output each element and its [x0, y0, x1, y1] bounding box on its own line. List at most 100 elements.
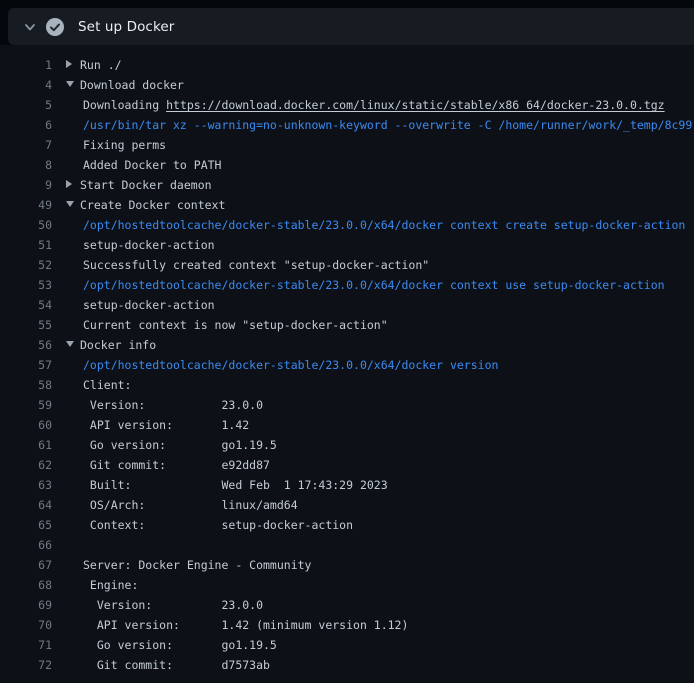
- log-text: /opt/hostedtoolcache/docker-stable/23.0.…: [66, 275, 665, 295]
- log-line: 5 Downloading https://download.docker.com…: [0, 95, 694, 115]
- log-line: 6/usr/bin/tar xz --warning=no-unknown-ke…: [0, 115, 694, 135]
- log-line-number[interactable]: 62: [0, 455, 52, 475]
- log-line-number[interactable]: 61: [0, 435, 52, 455]
- log-line: 70 API version: 1.42 (minimum version 1.…: [0, 615, 694, 635]
- log-line-number[interactable]: 56: [0, 335, 52, 355]
- log-line-number[interactable]: 49: [0, 195, 52, 215]
- log-line: 7 Fixing perms: [0, 135, 694, 155]
- log-line: 49 Create Docker context: [0, 195, 694, 215]
- log-line: 57/opt/hostedtoolcache/docker-stable/23.…: [0, 355, 694, 375]
- actions-log-viewer: Set up Docker 1 Run ./ 4 Download docker 5 Do…: [0, 0, 694, 683]
- log-line-number[interactable]: 57: [0, 355, 52, 375]
- log-group-header[interactable]: Run ./: [66, 55, 122, 75]
- log-line-number[interactable]: 67: [0, 555, 52, 575]
- log-text: Version: 23.0.0: [66, 395, 263, 415]
- log-line-number[interactable]: 65: [0, 515, 52, 535]
- log-line: 60 API version: 1.42: [0, 415, 694, 435]
- log-line-number[interactable]: 58: [0, 375, 52, 395]
- log-line-number[interactable]: 8: [0, 155, 52, 175]
- log-line-number[interactable]: 69: [0, 595, 52, 615]
- log-text: Downloading https://download.docker.com/…: [66, 95, 665, 115]
- log-line-number[interactable]: 53: [0, 275, 52, 295]
- log-line-number[interactable]: 55: [0, 315, 52, 335]
- log-line: 64 OS/Arch: linux/amd64: [0, 495, 694, 515]
- log-line: 8 Added Docker to PATH: [0, 155, 694, 175]
- log-text: Successfully created context "setup-dock…: [66, 255, 429, 275]
- log-line: 67 Server: Docker Engine - Community: [0, 555, 694, 575]
- log-group-title: Download docker: [80, 78, 184, 92]
- log-line: 65 Context: setup-docker-action: [0, 515, 694, 535]
- log-group-header[interactable]: Start Docker daemon: [66, 175, 212, 195]
- log-line: 51 setup-docker-action: [0, 235, 694, 255]
- log-group-header[interactable]: Docker info: [66, 335, 156, 355]
- log-text: setup-docker-action: [66, 295, 215, 315]
- log-line-number[interactable]: 54: [0, 295, 52, 315]
- log-text: /opt/hostedtoolcache/docker-stable/23.0.…: [66, 355, 498, 375]
- triangle-down-icon[interactable]: [66, 75, 80, 95]
- log-text: /usr/bin/tar xz --warning=no-unknown-key…: [66, 115, 692, 135]
- log-group-title: Start Docker daemon: [80, 178, 212, 192]
- log-line: 69 Version: 23.0.0: [0, 595, 694, 615]
- log-line: 72 Git commit: d7573ab: [0, 655, 694, 675]
- log-group-title: Create Docker context: [80, 198, 225, 212]
- log-line-number[interactable]: 70: [0, 615, 52, 635]
- log-line-number[interactable]: 68: [0, 575, 52, 595]
- log-line: 53/opt/hostedtoolcache/docker-stable/23.…: [0, 275, 694, 295]
- log-text: Fixing perms: [66, 135, 166, 155]
- triangle-down-icon[interactable]: [66, 335, 80, 355]
- log-text-segment: Downloading: [83, 98, 166, 112]
- log-line-number[interactable]: 6: [0, 115, 52, 135]
- log-text: Engine:: [66, 575, 138, 595]
- log-group-header[interactable]: Download docker: [66, 75, 184, 95]
- log-text: Context: setup-docker-action: [66, 515, 353, 535]
- log-line-number[interactable]: 1: [0, 55, 52, 75]
- step-header[interactable]: Set up Docker: [8, 8, 694, 45]
- log-line: 59 Version: 23.0.0: [0, 395, 694, 415]
- log-line-number[interactable]: 5: [0, 95, 52, 115]
- log-line: 61 Go version: go1.19.5: [0, 435, 694, 455]
- log-text: Version: 23.0.0: [66, 595, 263, 615]
- log-line: 66: [0, 535, 694, 555]
- log-line-number[interactable]: 71: [0, 635, 52, 655]
- log-text: Git commit: e92dd87: [66, 455, 270, 475]
- log-line: 56 Docker info: [0, 335, 694, 355]
- log-text: [66, 535, 83, 555]
- log-area: 1 Run ./ 4 Download docker 5 Downloading http…: [0, 45, 694, 683]
- log-text: Go version: go1.19.5: [66, 435, 277, 455]
- triangle-right-icon[interactable]: [66, 175, 80, 195]
- log-line-number[interactable]: 72: [0, 655, 52, 675]
- log-line-number[interactable]: 4: [0, 75, 52, 95]
- triangle-down-icon[interactable]: [66, 195, 80, 215]
- log-text: setup-docker-action: [66, 235, 215, 255]
- log-line-number[interactable]: 59: [0, 395, 52, 415]
- log-text: API version: 1.42 (minimum version 1.12): [66, 615, 408, 635]
- triangle-right-icon[interactable]: [66, 55, 80, 75]
- chevron-down-icon[interactable]: [23, 20, 37, 34]
- log-line: 4 Download docker: [0, 75, 694, 95]
- log-line: 68 Engine:: [0, 575, 694, 595]
- log-url-link[interactable]: https://download.docker.com/linux/static…: [166, 98, 665, 112]
- log-text: /opt/hostedtoolcache/docker-stable/23.0.…: [66, 215, 685, 235]
- log-line-number[interactable]: 7: [0, 135, 52, 155]
- log-text: Server: Docker Engine - Community: [66, 555, 311, 575]
- log-group-title: Docker info: [80, 338, 156, 352]
- log-line-number[interactable]: 50: [0, 215, 52, 235]
- log-line: 71 Go version: go1.19.5: [0, 635, 694, 655]
- log-line-number[interactable]: 9: [0, 175, 52, 195]
- log-text: Added Docker to PATH: [66, 155, 221, 175]
- log-text: API version: 1.42: [66, 415, 249, 435]
- log-line-number[interactable]: 64: [0, 495, 52, 515]
- log-line-number[interactable]: 51: [0, 235, 52, 255]
- log-group-header[interactable]: Create Docker context: [66, 195, 225, 215]
- log-text: Go version: go1.19.5: [66, 635, 277, 655]
- log-group-title: Run ./: [80, 58, 122, 72]
- log-line: 1 Run ./: [0, 55, 694, 75]
- log-line-number[interactable]: 63: [0, 475, 52, 495]
- log-line-number[interactable]: 60: [0, 415, 52, 435]
- log-text: Built: Wed Feb 1 17:43:29 2023: [66, 475, 388, 495]
- log-line-number[interactable]: 52: [0, 255, 52, 275]
- log-line: 62 Git commit: e92dd87: [0, 455, 694, 475]
- check-circle-icon: [46, 18, 64, 36]
- log-line: 50/opt/hostedtoolcache/docker-stable/23.…: [0, 215, 694, 235]
- log-line-number[interactable]: 66: [0, 535, 52, 555]
